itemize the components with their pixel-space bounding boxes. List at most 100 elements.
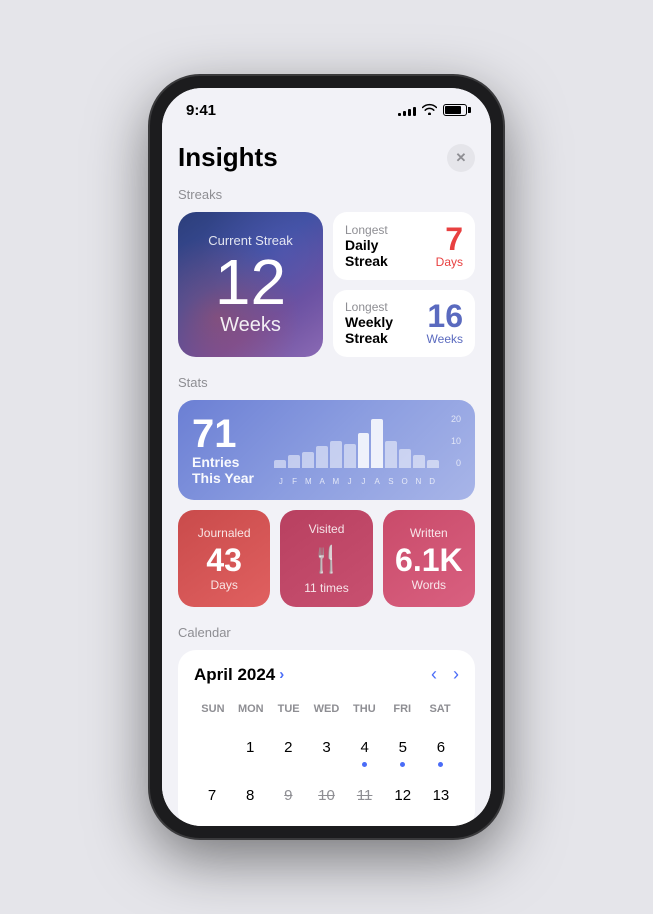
entries-label1: Entries [192,454,262,470]
calendar-prev-button[interactable]: ‹ [431,664,437,685]
streaks-section: Streaks Current Streak 12 Weeks Longest [178,187,475,357]
journaled-bottom-label: Days [210,578,237,592]
chart-wrapper: 20 10 0 JFMAMJJASOND [274,414,461,486]
phone-screen: 9:41 [162,88,491,826]
written-number: 6.1K [395,544,463,576]
calendar-grid: 1 2 3 4 5 [194,727,459,815]
calendar-header: April 2024 › ‹ › [194,664,459,685]
written-top-label: Written [410,526,448,540]
day-header-wed: WED [308,699,346,719]
streaks-grid: Current Streak 12 Weeks Longest Daily St… [178,212,475,357]
daily-streak-value: 7 Days [436,223,463,269]
chart-bar [274,460,286,468]
cal-day-8[interactable]: 8 [232,775,268,815]
month-text: April 2024 [194,665,275,685]
entries-label2: This Year [192,470,262,486]
chart-y-axis: 20 10 0 [441,414,461,468]
wifi-icon [422,103,437,118]
chart-bar [413,455,425,469]
empty-day [194,727,230,773]
header: Insights ✕ [178,132,475,187]
chart-bar [385,441,397,468]
y-label-10: 10 [451,436,461,446]
streaks-label: Streaks [178,187,475,202]
day-header-fri: FRI [383,699,421,719]
month-label: J [357,477,371,486]
stats-section: Stats 71 Entries This Year 20 [178,375,475,607]
cal-day-11[interactable]: 11 [347,775,383,815]
visited-bottom-label: 11 times [304,581,348,595]
month-label: M [329,477,343,486]
fork-knife-icon: 🍴 [310,544,342,575]
month-label: M [302,477,316,486]
day-header-sat: SAT [421,699,459,719]
written-bottom-label: Words [412,578,446,592]
chart-bar [288,455,300,469]
y-label-20: 20 [451,414,461,424]
content-area[interactable]: Insights ✕ Streaks Current Streak 12 Wee… [162,132,491,826]
chart-bar [330,441,342,468]
month-label: S [384,477,398,486]
daily-streak-label: Longest Daily Streak [345,223,388,269]
calendar-next-button[interactable]: › [453,664,459,685]
calendar-card: April 2024 › ‹ › SUN MON TUE WED [178,650,475,826]
chart-bar [358,433,370,468]
stats-entries-left: 71 Entries This Year [192,414,262,486]
cal-day-4[interactable]: 4 [347,727,383,773]
months-row: JFMAMJJASOND [274,477,439,486]
day-header-mon: MON [232,699,270,719]
journaled-card: Journaled 43 Days [178,510,270,607]
chart-bar [302,452,314,468]
day-header-thu: THU [345,699,383,719]
stats-main-card: 71 Entries This Year 20 10 0 [178,400,475,500]
month-label: J [274,477,288,486]
calendar-month: April 2024 › [194,665,284,685]
calendar-section: Calendar April 2024 › ‹ › [178,625,475,826]
streak-side: Longest Daily Streak 7 Days [333,212,475,357]
chart-bar [427,460,439,468]
close-button[interactable]: ✕ [447,144,475,172]
cal-day-13[interactable]: 13 [423,775,459,815]
entries-number: 71 [192,414,262,454]
status-time: 9:41 [186,102,216,119]
visited-card: Visited 🍴 11 times [280,510,372,607]
cal-day-3[interactable]: 3 [308,727,344,773]
month-label: O [398,477,412,486]
cal-day-9[interactable]: 9 [270,775,306,815]
cal-day-5[interactable]: 5 [385,727,421,773]
day-header-tue: TUE [270,699,308,719]
journaled-top-label: Journaled [198,526,251,540]
month-label: F [288,477,302,486]
cal-day-1[interactable]: 1 [232,727,268,773]
page-title: Insights [178,142,278,173]
cal-dot [400,762,405,767]
current-streak-card: Current Streak 12 Weeks [178,212,323,357]
month-chevron-icon[interactable]: › [279,666,284,683]
month-label: A [315,477,329,486]
month-label: N [412,477,426,486]
chart-bar [399,449,411,468]
cal-dot [438,762,443,767]
cal-day-12[interactable]: 12 [385,775,421,815]
visited-top-label: Visited [309,522,345,536]
cal-dot [362,762,367,767]
chart-bar [344,444,356,468]
calendar-days-header: SUN MON TUE WED THU FRI SAT [194,699,459,719]
phone-frame: 9:41 [150,76,503,838]
cal-day-7[interactable]: 7 [194,775,230,815]
y-label-0: 0 [456,458,461,468]
longest-weekly-card: Longest Weekly Streak 16 Weeks [333,290,475,358]
month-label: A [370,477,384,486]
cal-day-6[interactable]: 6 [423,727,459,773]
day-header-sun: SUN [194,699,232,719]
cal-day-2[interactable]: 2 [270,727,306,773]
current-streak-unit: Weeks [220,314,281,337]
longest-daily-card: Longest Daily Streak 7 Days [333,212,475,280]
cal-day-10[interactable]: 10 [308,775,344,815]
calendar-label: Calendar [178,625,475,640]
status-icons [398,103,467,118]
stats-label: Stats [178,375,475,390]
current-streak-number: 12 [215,250,286,314]
weekly-streak-value: 16 Weeks [427,300,463,346]
chart-bar [371,419,383,468]
